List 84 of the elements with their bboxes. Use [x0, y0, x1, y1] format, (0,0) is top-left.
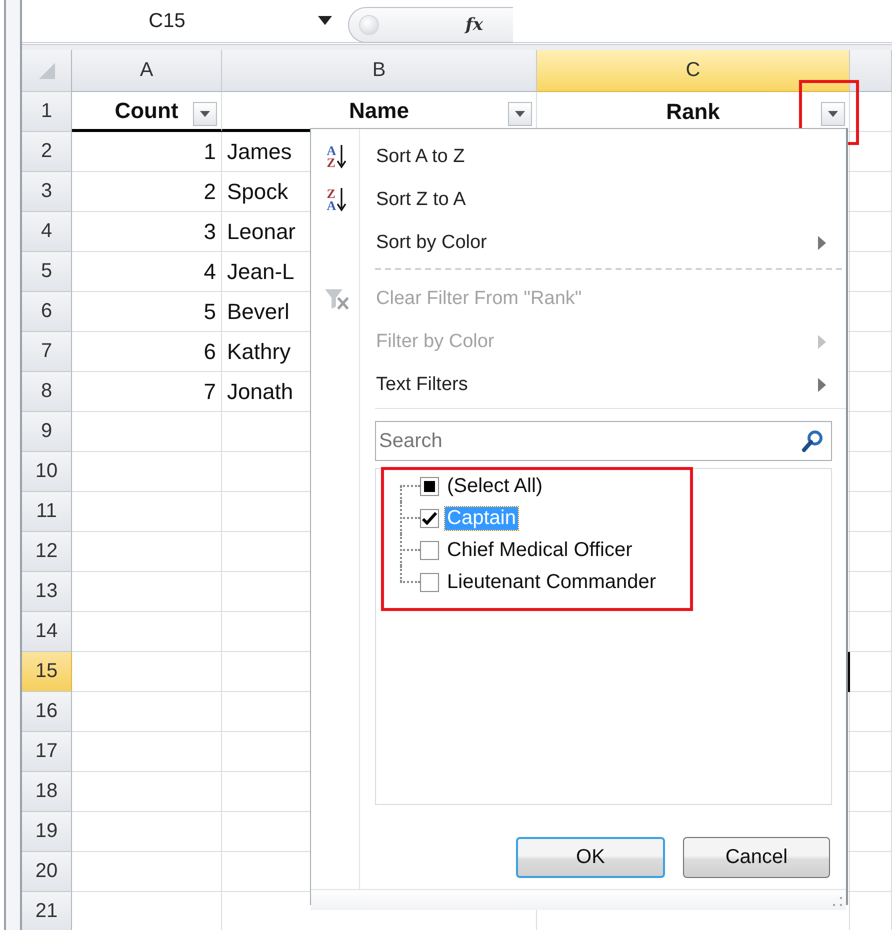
- name-box[interactable]: C15: [22, 10, 312, 32]
- table-cell: 2: [72, 172, 222, 212]
- caret-icon[interactable]: [828, 111, 838, 117]
- empty-cell[interactable]: [850, 532, 892, 572]
- row-header[interactable]: 13: [22, 572, 72, 612]
- empty-cell[interactable]: [850, 132, 892, 172]
- empty-cell[interactable]: [850, 412, 892, 452]
- table-cell: 1: [72, 132, 222, 172]
- select-all-corner-icon[interactable]: [38, 62, 54, 78]
- submenu-arrow-icon: [818, 378, 827, 392]
- empty-cell[interactable]: [850, 652, 892, 692]
- empty-cell[interactable]: [850, 172, 892, 212]
- row-header[interactable]: 21: [22, 892, 72, 930]
- empty-cell[interactable]: [850, 572, 892, 612]
- checkbox[interactable]: [420, 476, 439, 496]
- row-header[interactable]: 3: [22, 172, 72, 212]
- table-cell: 7: [72, 372, 222, 412]
- checkbox[interactable]: [420, 508, 439, 528]
- filter-dropdown-button[interactable]: [508, 102, 532, 126]
- empty-cell[interactable]: [850, 772, 892, 812]
- row-header[interactable]: 11: [22, 492, 72, 532]
- table-cell: 6: [72, 332, 222, 372]
- column-header[interactable]: B: [222, 50, 537, 92]
- empty-cell[interactable]: [850, 292, 892, 332]
- row-header[interactable]: 6: [22, 292, 72, 332]
- empty-cell[interactable]: [850, 452, 892, 492]
- row-header[interactable]: 19: [22, 812, 72, 852]
- row-header[interactable]: 7: [22, 332, 72, 372]
- row-header[interactable]: 14: [22, 612, 72, 652]
- ok-button[interactable]: OK: [516, 837, 665, 878]
- tree-line: [400, 534, 420, 566]
- submenu-arrow-icon: [818, 236, 827, 250]
- row-header[interactable]: 4: [22, 212, 72, 252]
- checkbox[interactable]: [420, 572, 439, 592]
- empty-cell[interactable]: [850, 372, 892, 412]
- row-header[interactable]: 5: [22, 252, 72, 292]
- column-header[interactable]: [850, 50, 892, 92]
- row-header[interactable]: 8: [22, 372, 72, 412]
- empty-cell[interactable]: [850, 492, 892, 532]
- corner-header[interactable]: [22, 50, 72, 92]
- row-header[interactable]: 20: [22, 852, 72, 892]
- list-item[interactable]: Lieutenant Commander: [445, 570, 658, 594]
- row-header[interactable]: 12: [22, 532, 72, 572]
- checkbox[interactable]: [420, 540, 439, 560]
- table-cell: 5: [72, 292, 222, 332]
- insert-function-button[interactable]: fx: [460, 14, 489, 36]
- resize-grip-icon[interactable]: [833, 897, 843, 907]
- empty-cell[interactable]: [850, 212, 892, 252]
- empty-cell[interactable]: [850, 852, 892, 892]
- caret-icon[interactable]: [200, 111, 210, 117]
- row-header[interactable]: 18: [22, 772, 72, 812]
- column-title-cell: Count: [72, 92, 222, 132]
- empty-cell[interactable]: [850, 92, 892, 132]
- cancel-button[interactable]: Cancel: [683, 837, 830, 878]
- formula-field[interactable]: fx: [348, 7, 513, 43]
- empty-cell[interactable]: [850, 252, 892, 292]
- empty-cell[interactable]: [850, 332, 892, 372]
- filter-dropdown-button[interactable]: [193, 102, 217, 126]
- row-header[interactable]: 1: [22, 92, 72, 132]
- row-header[interactable]: 2: [22, 132, 72, 172]
- dropdown-caret-icon[interactable]: [318, 16, 332, 26]
- caret-icon[interactable]: [515, 111, 525, 117]
- empty-cell[interactable]: [850, 692, 892, 732]
- search-icon[interactable]: [801, 429, 825, 453]
- list-item[interactable]: (Select All): [445, 474, 545, 498]
- row-header[interactable]: 9: [22, 412, 72, 452]
- tree-line: [400, 502, 420, 534]
- row-header[interactable]: 15: [22, 652, 72, 692]
- list-item[interactable]: Chief Medical Officer: [445, 538, 634, 562]
- empty-cell[interactable]: [850, 732, 892, 772]
- empty-cell[interactable]: [850, 812, 892, 852]
- expand-knob[interactable]: [359, 15, 379, 35]
- submenu-arrow-icon: [818, 334, 827, 348]
- table-cell: 4: [72, 252, 222, 292]
- filter-dropdown-button[interactable]: [821, 102, 845, 126]
- empty-cell[interactable]: [850, 612, 892, 652]
- clear-filter-funnel-icon: [324, 286, 350, 310]
- row-header[interactable]: 17: [22, 732, 72, 772]
- search-field[interactable]: Search: [375, 421, 832, 461]
- row-header[interactable]: 16: [22, 692, 72, 732]
- row-header[interactable]: 10: [22, 452, 72, 492]
- column-header[interactable]: C: [537, 50, 850, 92]
- column-header[interactable]: A: [72, 50, 222, 92]
- table-cell: 3: [72, 212, 222, 252]
